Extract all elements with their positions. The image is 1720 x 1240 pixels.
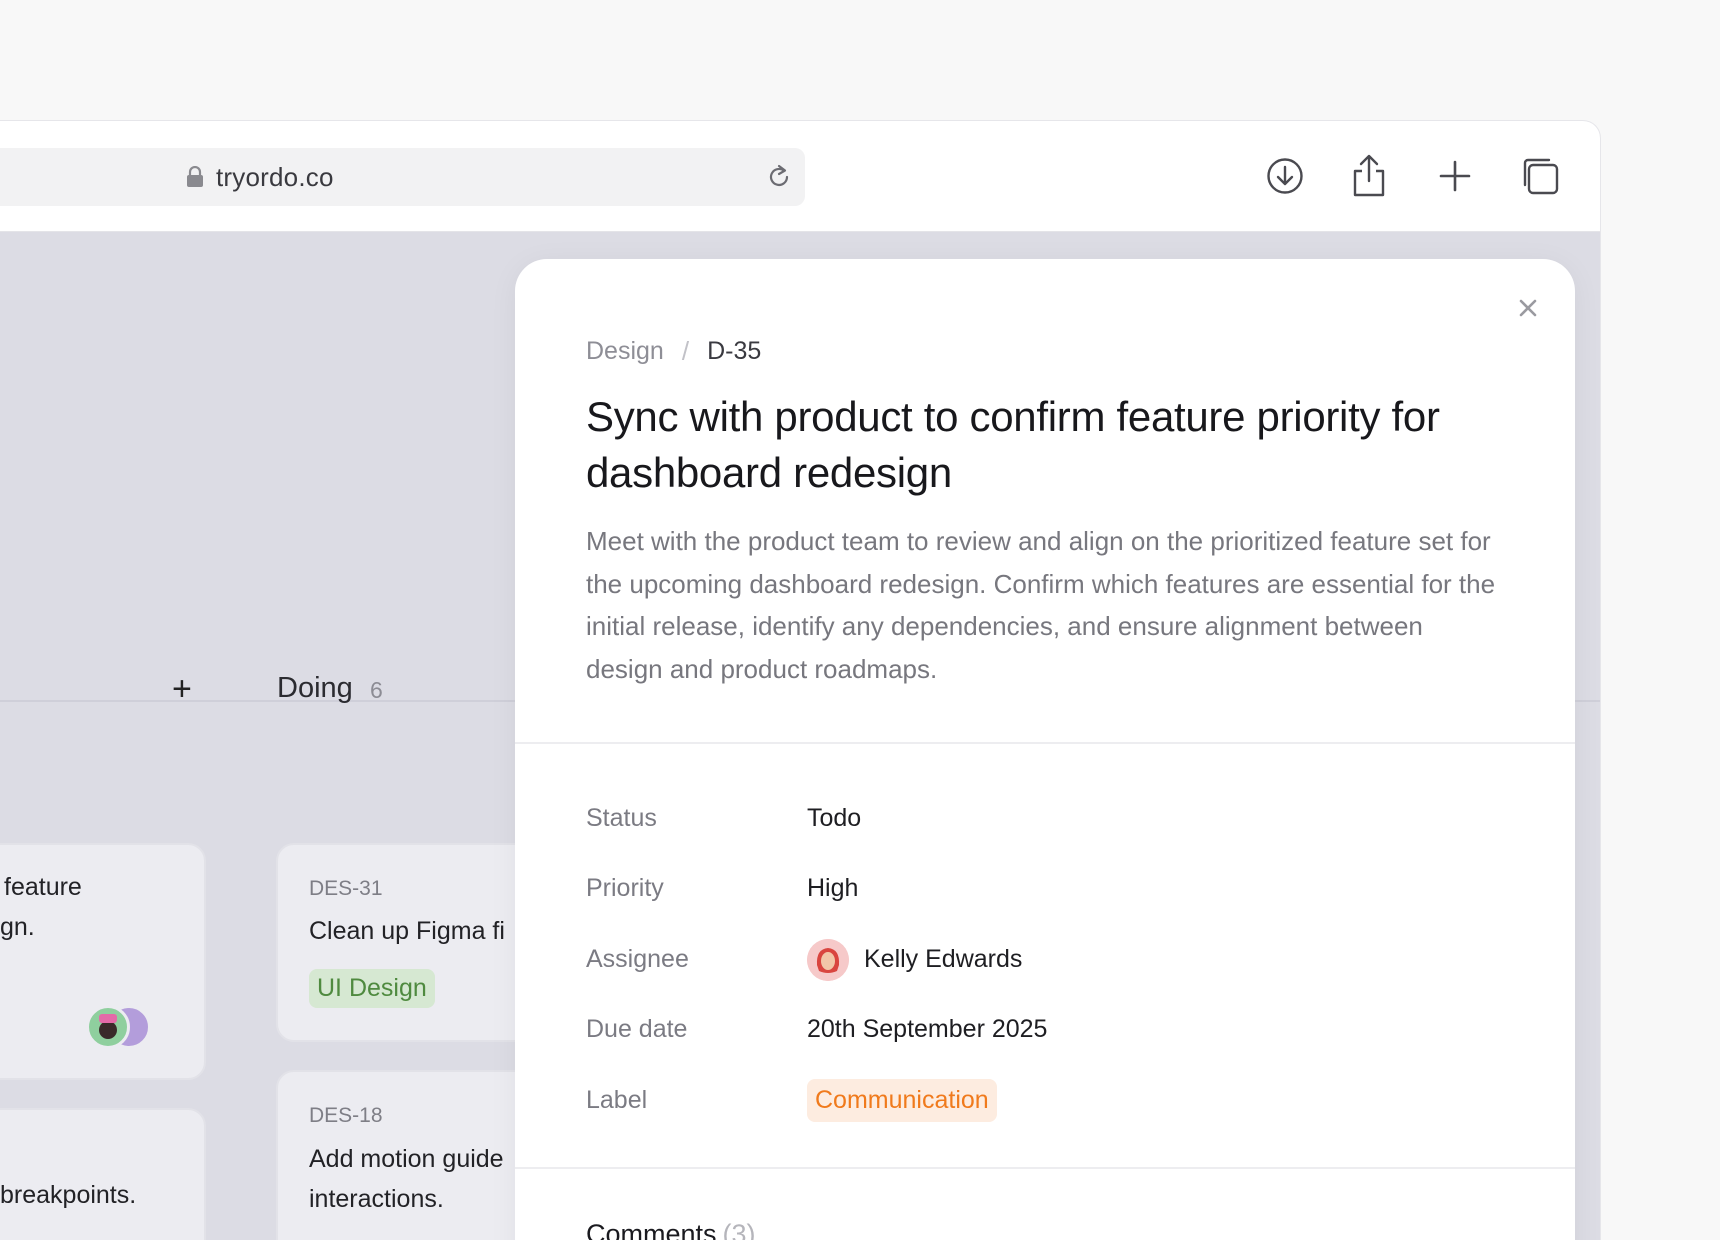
avatar (807, 939, 849, 981)
assignee-label: Assignee (586, 945, 689, 973)
browser-toolbar: tryordo.co (0, 121, 1600, 232)
breadcrumb: Design / D-35 (586, 336, 761, 367)
due-date-label: Due date (586, 1015, 688, 1043)
address-bar[interactable]: tryordo.co (0, 148, 805, 206)
reload-icon[interactable] (765, 163, 793, 191)
url-text: tryordo.co (216, 162, 334, 192)
status-value[interactable]: Todo (807, 804, 861, 833)
divider (515, 742, 1575, 744)
task-card[interactable]: breakpoints. (0, 1108, 206, 1240)
card-title-line: breakpoints. (0, 1181, 137, 1209)
card-id: DES-31 (309, 877, 383, 900)
plus-icon[interactable] (1432, 151, 1478, 201)
status-label: Status (586, 804, 657, 832)
assignee-value[interactable]: Kelly Edwards (864, 945, 1022, 974)
breadcrumb-separator: / (681, 336, 690, 366)
tabs-icon[interactable] (1517, 151, 1563, 201)
column-count: 6 (370, 677, 383, 703)
task-description: Meet with the product team to review and… (586, 526, 1496, 684)
card-title-line: interactions. (309, 1185, 444, 1213)
priority-label: Priority (586, 874, 664, 902)
card-title: Clean up Figma fi (309, 917, 505, 945)
label-badge[interactable]: Communication (807, 1079, 997, 1122)
task-title: Sync with product to confirm feature pri… (586, 393, 1440, 496)
close-icon[interactable] (1515, 295, 1541, 321)
divider (515, 1167, 1575, 1169)
column-title: Doing (277, 672, 353, 704)
comments-count: (3) (722, 1219, 756, 1240)
card-tag: UI Design (309, 969, 435, 1008)
avatar (86, 1005, 130, 1049)
lock-icon (187, 166, 203, 187)
task-detail-modal: Design / D-35 Sync with product to confi… (515, 259, 1575, 1240)
comments-title: Comments (586, 1219, 717, 1240)
download-icon[interactable] (1262, 151, 1308, 201)
comments-heading: Comments (3) (586, 1219, 756, 1240)
card-title-line: feature (4, 873, 82, 901)
add-card-button[interactable]: + (172, 672, 192, 706)
label-label: Label (586, 1086, 648, 1114)
due-date-value[interactable]: 20th September 2025 (807, 1015, 1047, 1044)
share-icon[interactable] (1346, 151, 1392, 201)
task-card[interactable]: feature gn. (0, 843, 206, 1080)
card-title-line: gn. (0, 913, 35, 941)
card-id: DES-18 (309, 1104, 383, 1127)
breadcrumb-task-id: D-35 (707, 337, 762, 365)
card-title-line: Add motion guide (309, 1145, 504, 1173)
priority-value[interactable]: High (807, 874, 858, 903)
breadcrumb-project[interactable]: Design (586, 337, 664, 366)
